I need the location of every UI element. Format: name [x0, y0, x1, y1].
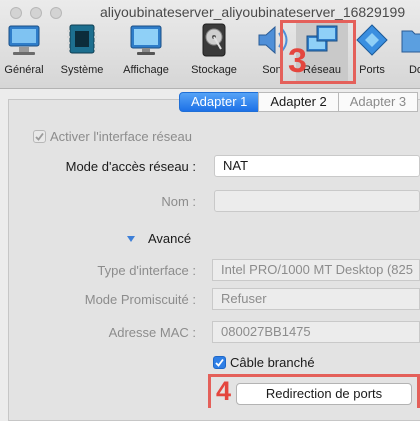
interface-type-select[interactable]: Intel PRO/1000 MT Desktop (825	[212, 259, 420, 281]
network-mode-value: NAT	[223, 158, 249, 173]
toolbar-label: Général	[4, 64, 44, 76]
toolbar-ports[interactable]: Ports	[354, 22, 390, 82]
cable-connected-label: Câble branché	[230, 355, 315, 370]
window-title: aliyoubinateserver_aliyoubinateserver_16…	[100, 4, 406, 20]
toolbar-general[interactable]: Général	[4, 22, 44, 82]
checkmark-icon	[35, 132, 44, 141]
mac-address-value: 080027BB1475	[221, 324, 311, 339]
cable-connected-checkbox[interactable]	[213, 356, 226, 369]
checkmark-icon	[215, 358, 224, 367]
tab-adapter-1[interactable]: Adapter 1	[179, 92, 260, 112]
shared-folder-icon	[401, 30, 420, 53]
port-forwarding-highlight-box	[208, 374, 420, 408]
mac-address-label: Adresse MAC :	[108, 325, 196, 340]
minimize-window-button[interactable]	[30, 7, 42, 19]
toolbar-label: Do	[408, 64, 420, 76]
step-3-annotation: 3	[288, 42, 307, 80]
enable-interface-checkbox[interactable]	[33, 130, 46, 143]
promiscuous-mode-select[interactable]: Refuser	[212, 288, 420, 310]
interface-type-label: Type d'interface :	[97, 263, 196, 278]
toolbar-storage[interactable]: Stockage	[191, 22, 237, 82]
network-mode-label: Mode d'accès réseau :	[65, 159, 196, 174]
step-4-annotation: 4	[216, 376, 232, 406]
toolbar-shared-folders[interactable]: Do	[398, 22, 420, 82]
disk-icon	[202, 23, 226, 57]
toolbar-label: Stockage	[191, 64, 237, 76]
monitor-icon	[130, 25, 162, 55]
name-label: Nom :	[161, 194, 196, 209]
toolbar-label: Son	[262, 64, 282, 76]
toolbar-label: Système	[60, 64, 104, 76]
disclosure-triangle-icon[interactable]	[126, 234, 136, 244]
tab-adapter-2[interactable]: Adapter 2	[258, 92, 339, 112]
window-titlebar: aliyoubinateserver_aliyoubinateserver_16…	[0, 0, 420, 89]
chip-icon	[67, 24, 97, 54]
ports-icon	[356, 24, 388, 56]
mac-address-field[interactable]: 080027BB1475	[212, 321, 420, 343]
zoom-window-button[interactable]	[50, 7, 62, 19]
advanced-label[interactable]: Avancé	[148, 231, 191, 246]
promiscuous-mode-value: Refuser	[221, 291, 267, 306]
promiscuous-mode-label: Mode Promiscuité :	[84, 292, 196, 307]
enable-interface-label: Activer l'interface réseau	[50, 129, 192, 144]
toolbar-label: Ports	[359, 64, 385, 76]
toolbar-system[interactable]: Système	[61, 22, 103, 82]
network-mode-select[interactable]: NAT	[214, 155, 420, 177]
toolbar-display[interactable]: Affichage	[123, 22, 169, 82]
close-window-button[interactable]	[10, 7, 22, 19]
interface-type-value: Intel PRO/1000 MT Desktop (825	[221, 262, 413, 277]
tab-adapter-3[interactable]: Adapter 3	[337, 92, 419, 112]
name-select[interactable]	[214, 190, 420, 212]
toolbar-label: Affichage	[123, 64, 169, 76]
adapter-tabs: Adapter 1 Adapter 2 Adapter 3	[179, 92, 419, 112]
general-settings-icon	[8, 25, 40, 55]
